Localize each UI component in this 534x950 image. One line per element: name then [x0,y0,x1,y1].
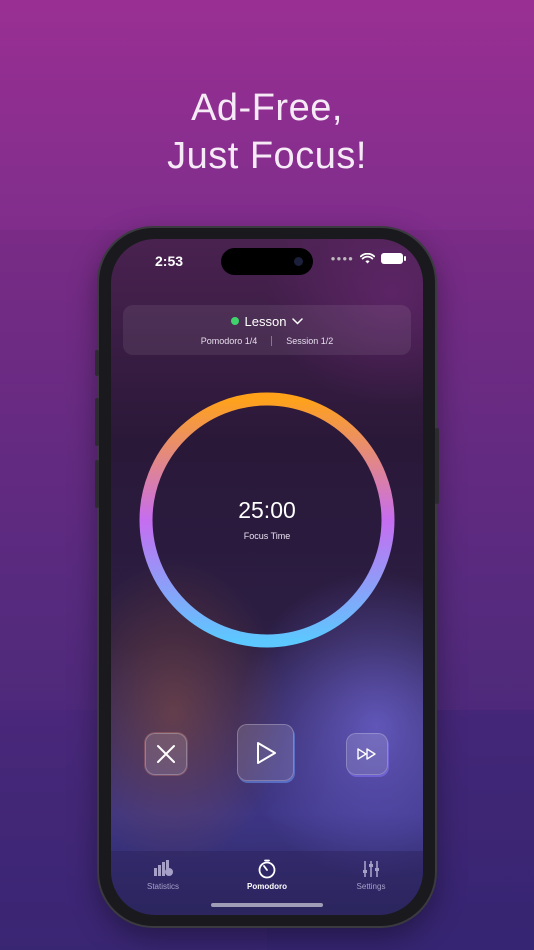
skip-button[interactable] [346,733,388,775]
bar-chart-icon [123,859,203,879]
tab-label: Statistics [146,882,179,891]
dynamic-island [221,248,313,275]
tab-pomodoro[interactable]: Pomodoro [227,859,307,891]
volume-down-button [95,460,99,508]
status-icons: ●●●● [330,253,406,264]
power-button [435,428,439,504]
phone-frame: 2:53 ●●●● Lesson Pomodoro 1/4 Session 1/… [95,228,439,926]
timer-label: Focus Time [243,531,291,541]
tab-settings[interactable]: Settings [331,859,411,891]
cancel-button[interactable] [145,733,187,775]
tab-label: Settings [356,882,386,891]
mute-switch [95,350,99,376]
session-count: Session 1/2 [286,336,334,346]
timer-value: 25:00 [238,497,296,523]
headline-line-1: Ad-Free, [191,87,343,129]
promo-headline: Ad-Free, Just Focus! [0,84,534,180]
task-progress: Pomodoro 1/4 Session 1/2 [123,336,411,346]
task-selector[interactable]: Lesson Pomodoro 1/4 Session 1/2 [123,305,411,355]
status-time: 2:53 [155,253,184,269]
headline-line-2: Just Focus! [167,135,367,177]
sliders-icon [331,859,411,879]
home-indicator[interactable] [211,903,323,907]
task-status-dot [230,317,239,325]
chevron-down-icon [292,317,304,328]
battery-icon [381,253,406,264]
tab-label: Pomodoro [247,882,287,891]
tab-statistics[interactable]: Statistics [123,859,203,891]
timer-icon [227,859,307,879]
divider [271,336,273,346]
app-screen: 2:53 ●●●● Lesson Pomodoro 1/4 Session 1/… [111,239,423,915]
task-name-row[interactable]: Lesson [123,314,411,329]
close-icon [157,745,175,763]
pomodoro-count: Pomodoro 1/4 [200,336,258,346]
signal-icon: ●●●● [330,254,354,263]
play-icon [256,741,276,764]
wifi-icon [360,253,375,264]
volume-up-button [95,398,99,446]
task-name: Lesson [244,314,287,329]
play-button[interactable] [237,724,294,781]
status-bar: 2:53 ●●●● [111,239,423,283]
fast-forward-icon [357,748,376,760]
